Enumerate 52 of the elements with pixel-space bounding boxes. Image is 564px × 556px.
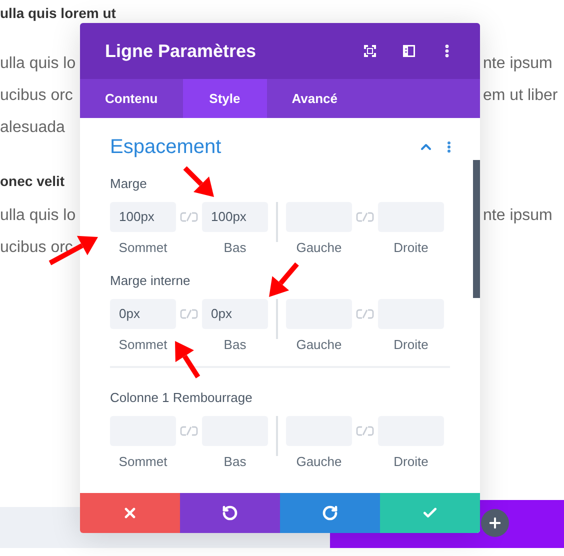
annotation-arrow (48, 236, 98, 266)
undo-button[interactable] (180, 493, 280, 533)
panel-title: Ligne Paramètres (105, 40, 258, 63)
page-text: ucibus orc (0, 86, 73, 106)
page-text: ulla quis lo (0, 206, 76, 226)
unlink-icon[interactable] (180, 212, 198, 222)
field-label: Droite (394, 238, 428, 256)
tab[interactable]: Contenu (80, 79, 183, 118)
tab[interactable]: Style (182, 79, 267, 118)
field-label: Bas (224, 336, 246, 354)
group-label: Colonne 1 Rembourrage (110, 389, 252, 407)
page-text: nte ipsum (483, 54, 554, 74)
field-label: Droite (394, 452, 428, 470)
page-text: nte ipsum (483, 206, 554, 226)
unlink-icon[interactable] (180, 308, 198, 318)
field-label: Droite (394, 336, 428, 354)
page-text: em ut liber (483, 86, 559, 106)
unlink-icon[interactable] (356, 426, 374, 436)
unlink-icon[interactable] (180, 426, 198, 436)
close-icon (122, 505, 138, 521)
scrollbar[interactable] (473, 160, 480, 298)
unlink-icon[interactable] (356, 308, 374, 318)
section-title[interactable]: Espacement (110, 132, 418, 162)
page-heading: ulla quis lorem ut (0, 4, 116, 23)
page-text: ulla quis lo (0, 54, 76, 74)
layout-icon[interactable] (403, 45, 415, 57)
annotation-arrow (175, 341, 200, 378)
field-label: Sommet (118, 336, 168, 354)
input-field[interactable]: 0px (202, 298, 268, 328)
fullscreen-icon[interactable] (364, 45, 376, 57)
field-label: Gauche (296, 452, 342, 470)
field-label: Gauche (296, 238, 342, 256)
input-field[interactable]: 0px (110, 298, 176, 328)
annotation-arrow (269, 262, 299, 297)
field-label: Sommet (118, 238, 168, 256)
redo-button[interactable] (280, 493, 380, 533)
tab[interactable]: Avancé (266, 79, 362, 118)
input-field[interactable]: 100px (110, 202, 176, 232)
redo-icon (322, 505, 338, 521)
field-label: Bas (224, 452, 246, 470)
plus-icon (487, 515, 503, 531)
input-field[interactable]: 100px (202, 202, 268, 232)
annotation-arrow (183, 166, 214, 197)
field-label: Bas (224, 238, 246, 256)
page-text: alesuada (0, 118, 65, 138)
group-label: Marge interne (110, 272, 190, 290)
field-label: Gauche (296, 336, 342, 354)
undo-icon (222, 505, 238, 521)
page-heading: onec velit (0, 172, 65, 190)
field-label: Sommet (118, 452, 168, 470)
unlink-icon[interactable] (356, 212, 374, 222)
group-label: Marge (110, 175, 147, 193)
